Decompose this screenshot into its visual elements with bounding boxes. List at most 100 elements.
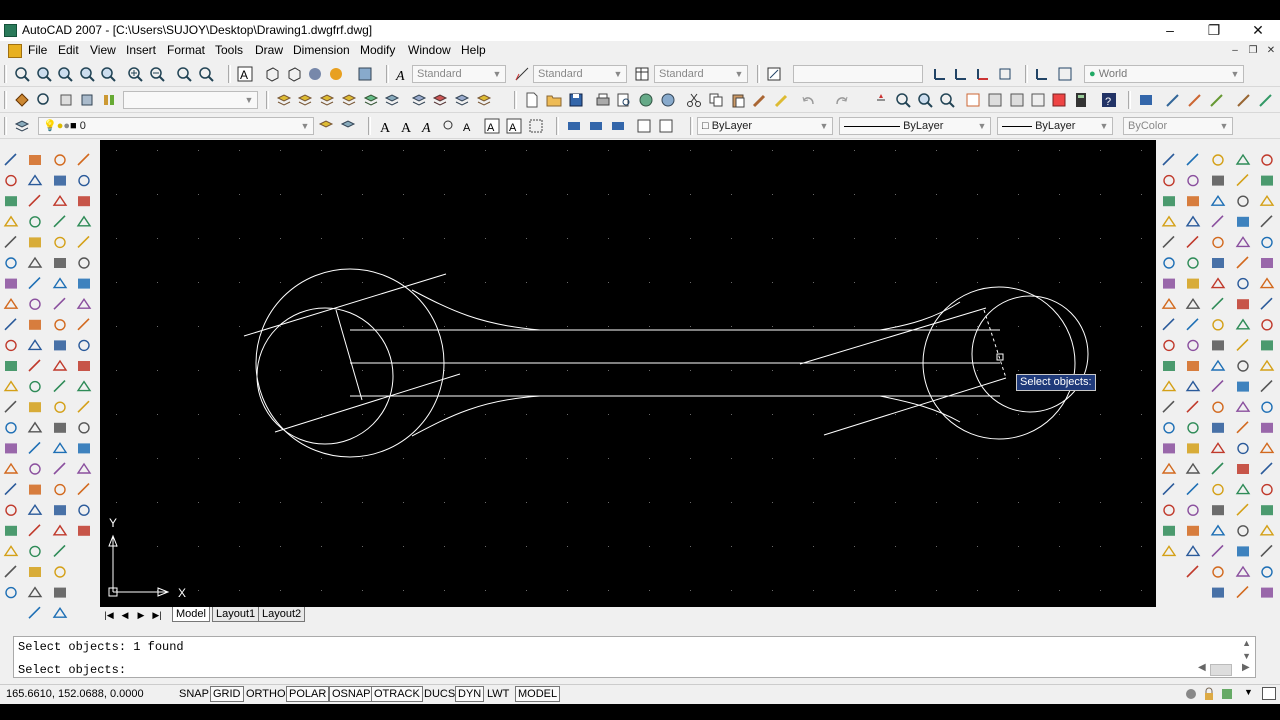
tool-button-icon[interactable]: [54, 319, 66, 331]
tool-button-icon[interactable]: [5, 525, 17, 536]
tool-button-icon[interactable]: [76, 380, 92, 392]
tool-button-icon[interactable]: [1211, 544, 1224, 557]
tool-button-icon[interactable]: [53, 544, 66, 557]
tool-button-icon[interactable]: [4, 400, 17, 413]
markup-icon[interactable]: [1051, 92, 1067, 108]
menu-format[interactable]: Format: [167, 43, 205, 57]
tool-button-icon[interactable]: [54, 340, 66, 351]
open-icon[interactable]: [546, 92, 562, 108]
table-tool-icon[interactable]: [610, 118, 626, 134]
tool-button-icon[interactable]: [54, 566, 66, 578]
tool-button-icon[interactable]: [77, 483, 90, 496]
restore-button[interactable]: ❐: [1196, 21, 1232, 39]
copy-icon[interactable]: [708, 92, 724, 108]
tool-button-icon[interactable]: [1260, 215, 1273, 228]
tool-button-icon[interactable]: [1237, 546, 1249, 557]
tool-button-icon[interactable]: [5, 586, 17, 599]
tool-button-icon[interactable]: [1162, 400, 1175, 413]
toolbar-grip[interactable]: [386, 65, 389, 83]
tool-button-icon[interactable]: [78, 525, 90, 536]
pan-icon[interactable]: [873, 92, 889, 108]
tool-button-icon[interactable]: [1260, 544, 1273, 557]
tool-button-icon[interactable]: [4, 235, 17, 248]
tool-button-icon[interactable]: [29, 319, 41, 330]
tool-button-icon[interactable]: [54, 587, 66, 598]
tool-button-icon[interactable]: [1185, 462, 1201, 474]
connecting-rod-drawing[interactable]: [243, 268, 1089, 458]
dyn-toggle[interactable]: DYN: [455, 686, 485, 702]
prev-tab-button[interactable]: ◀: [118, 609, 132, 621]
publish-icon[interactable]: [638, 92, 654, 108]
linetype-select[interactable]: ByLayer ▼: [839, 117, 991, 135]
tool-button-icon[interactable]: [1162, 153, 1175, 166]
status-menu-icon[interactable]: ▼: [1244, 687, 1253, 697]
drawing-canvas[interactable]: X Y Select objects:: [100, 140, 1156, 607]
tool-button-icon[interactable]: [29, 567, 41, 577]
match-properties-icon[interactable]: [752, 92, 768, 108]
tool-button-icon[interactable]: [1212, 566, 1224, 578]
scroll-left-icon[interactable]: ◀: [1198, 662, 1206, 673]
layer-tool-icon[interactable]: [432, 92, 448, 108]
tool-button-icon[interactable]: [28, 606, 41, 619]
tool-button-icon[interactable]: [1237, 360, 1249, 372]
tool-button-icon[interactable]: [54, 236, 66, 249]
tool-button-icon[interactable]: [1237, 525, 1249, 537]
tool-button-icon[interactable]: [1236, 503, 1249, 516]
tool-button-icon[interactable]: [1163, 422, 1175, 434]
tab-layout1[interactable]: Layout1: [212, 607, 260, 622]
osnap-toggle[interactable]: OSNAP: [329, 686, 374, 702]
tool-button-icon[interactable]: [1212, 175, 1224, 186]
ortho-toggle[interactable]: ORTHO: [243, 686, 289, 702]
tool-button-icon[interactable]: [1236, 338, 1249, 351]
table-tool-icon[interactable]: [636, 118, 652, 134]
tool-button-icon[interactable]: [54, 505, 66, 516]
tool-button-icon[interactable]: [1185, 297, 1201, 309]
tool-button-icon[interactable]: [1187, 361, 1199, 371]
tool-button-icon[interactable]: [1161, 380, 1177, 392]
menu-insert[interactable]: Insert: [126, 43, 156, 57]
realistic-icon[interactable]: [328, 66, 344, 82]
sheet-set-icon[interactable]: [1030, 92, 1046, 108]
scroll-down-icon[interactable]: ▼: [1242, 651, 1251, 661]
polar-toggle[interactable]: POLAR: [286, 686, 330, 702]
ducs-toggle[interactable]: DUCS: [421, 686, 458, 702]
tool-button-icon[interactable]: [1210, 277, 1226, 289]
toolbar-grip[interactable]: [228, 65, 231, 83]
tool-button-icon[interactable]: [1235, 565, 1251, 577]
tool-button-icon[interactable]: [1163, 257, 1175, 269]
tool-button-icon[interactable]: [5, 257, 17, 269]
tool-button-icon[interactable]: [78, 361, 90, 371]
ucs-select[interactable]: ● World ▼: [1084, 65, 1244, 83]
zoom-prev-icon[interactable]: [36, 92, 52, 108]
text-edit-icon[interactable]: A: [420, 118, 436, 136]
layer-tool-icon[interactable]: [319, 92, 335, 108]
tool-button-icon[interactable]: [53, 380, 66, 393]
match-icon[interactable]: [79, 92, 95, 108]
tool-button-icon[interactable]: [76, 462, 92, 474]
edit-tool-icon[interactable]: [1258, 92, 1274, 108]
tab-model[interactable]: Model: [172, 607, 210, 622]
tool-button-icon[interactable]: [1237, 464, 1249, 474]
tool-button-icon[interactable]: [1187, 525, 1199, 536]
layer-tool-icon[interactable]: [297, 92, 313, 108]
spell-check-icon[interactable]: A: [462, 118, 478, 134]
tool-button-icon[interactable]: [78, 196, 90, 207]
tool-button-icon[interactable]: [1235, 153, 1251, 165]
layer-tool-icon[interactable]: [454, 92, 470, 108]
tool-button-icon[interactable]: [1259, 359, 1275, 371]
tool-button-icon[interactable]: [1163, 525, 1175, 536]
layer-tool-icon[interactable]: [276, 92, 292, 108]
tool-button-icon[interactable]: [78, 422, 90, 434]
table-style-select[interactable]: Standard ▼: [654, 65, 748, 83]
tool-button-icon[interactable]: [1212, 319, 1224, 331]
layer-tool-icon[interactable]: [363, 92, 379, 108]
tool-button-icon[interactable]: [1210, 442, 1226, 454]
tool-button-icon[interactable]: [78, 504, 90, 516]
tool-button-icon[interactable]: [1161, 462, 1177, 474]
coordinate-readout[interactable]: 165.6610, 152.0688, 0.0000: [6, 688, 144, 700]
tool-button-icon[interactable]: [1163, 196, 1175, 207]
tool-button-icon[interactable]: [1237, 299, 1249, 310]
tool-button-icon[interactable]: [78, 257, 90, 269]
tool-button-icon[interactable]: [1163, 443, 1175, 454]
tool-button-icon[interactable]: [28, 524, 41, 537]
